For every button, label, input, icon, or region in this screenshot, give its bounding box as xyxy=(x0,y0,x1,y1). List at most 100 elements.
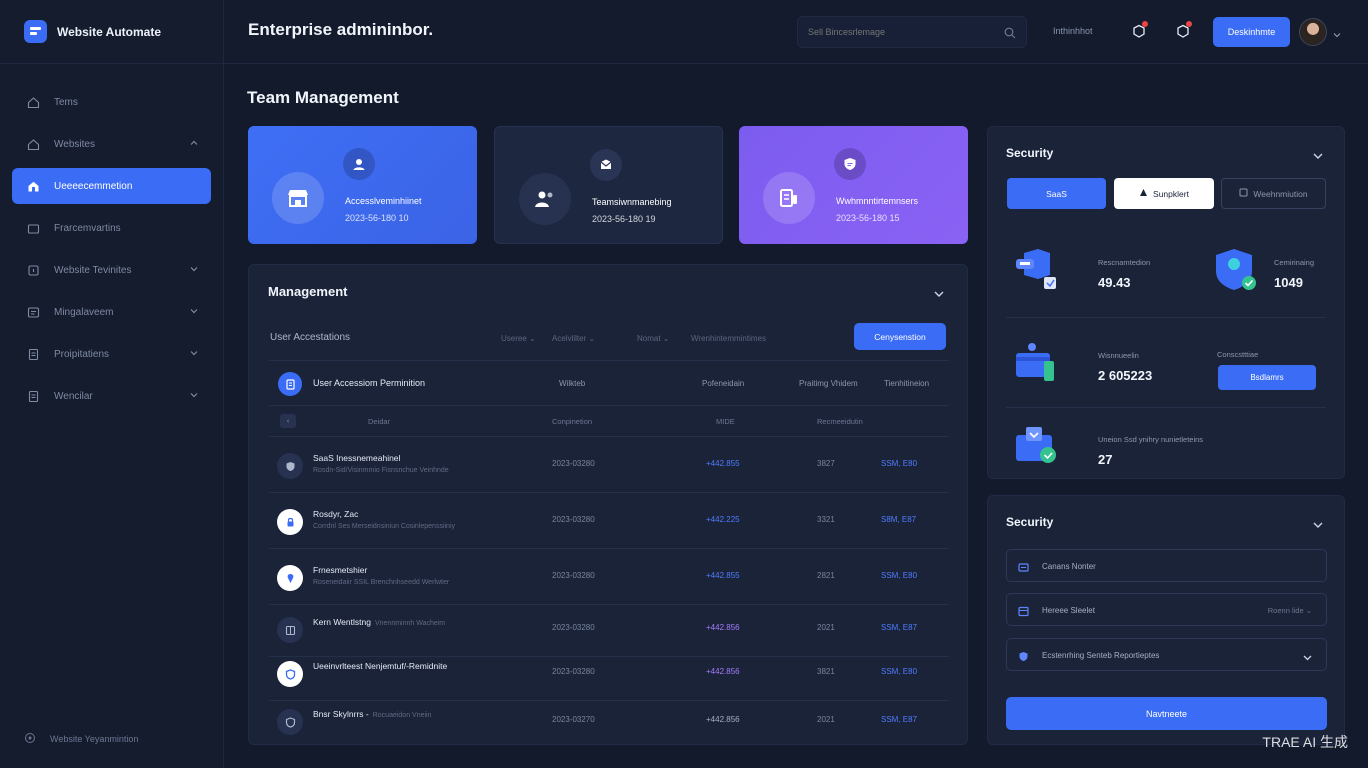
card-label: Teamsiwnmanebing xyxy=(592,197,672,207)
row-link[interactable]: SSM, E80 xyxy=(881,571,917,580)
table-row[interactable]: Ueeinvrlteest Nenjemtuf/-Remidnite 2023-… xyxy=(269,647,949,701)
sidebar-item-label: Tems xyxy=(54,96,78,108)
sidebar-item-label: Mingalaveem xyxy=(54,306,114,318)
summary-card-2[interactable]: Teamsiwnmanebing 2023-56-180 19 xyxy=(494,126,723,244)
home-icon xyxy=(26,179,40,193)
table-row[interactable]: Bnsr Skylnrrs - Rocuaeidon Vneiin 2023-03… xyxy=(269,695,949,749)
column-header[interactable]: Conpinetion xyxy=(552,417,592,426)
avatar[interactable] xyxy=(1299,18,1327,46)
chevron-down-icon[interactable] xyxy=(189,390,199,403)
security-submit-button[interactable]: Navtneete xyxy=(1006,697,1327,730)
table-title-col: Wilkteb xyxy=(559,379,586,388)
row-link[interactable]: SSM, E87 xyxy=(881,623,917,632)
table-title: User Accessiom Perminition xyxy=(313,378,426,388)
card-date: 2023-56-180 19 xyxy=(592,214,656,224)
security-action-button[interactable]: Bsdlamrs xyxy=(1218,365,1316,390)
sidebar-footer-label: Website Yeyanmintion xyxy=(50,734,139,744)
chevron-down-icon[interactable] xyxy=(189,348,199,361)
filter-user[interactable]: Useree ⌄ xyxy=(501,334,536,343)
search-input[interactable] xyxy=(798,17,988,47)
sidebar-item-active[interactable]: Ueeeecemmetion xyxy=(12,168,211,204)
box-icon xyxy=(26,263,40,277)
search-icon[interactable] xyxy=(1004,26,1016,44)
header-button[interactable]: Deskinhmte xyxy=(1213,17,1290,47)
field-value[interactable]: Roenn lide ⌄ xyxy=(1268,606,1312,615)
chevron-down-icon[interactable] xyxy=(1332,27,1342,45)
metric-label: Cemirinaing xyxy=(1274,258,1315,267)
metric-label: Uneion Ssd ynihry nunietleteins xyxy=(1098,435,1204,444)
row-date: 2023-03280 xyxy=(552,515,595,524)
table-row[interactable]: Frnesmetshier Roseneidaiir SSIL Brenchnh… xyxy=(269,551,949,605)
chevron-up-icon[interactable] xyxy=(189,138,199,151)
user-icon xyxy=(343,148,375,180)
table-row[interactable]: Rosdyr, Zac Corrdnl Ses Merseidnsiniun C… xyxy=(269,495,949,549)
sidebar-item-tems[interactable]: Tems xyxy=(12,84,211,120)
summary-card-1[interactable]: Accesslveminhiinet 2023-56-180 10 xyxy=(248,126,477,244)
sidebar-item-website-tevinites[interactable]: Website Tevinites xyxy=(12,252,211,288)
column-header[interactable]: Deidar xyxy=(368,417,390,426)
sidebar-item-wencilar[interactable]: Wencilar xyxy=(12,378,211,414)
sidebar-footer[interactable]: Website Yeyanmintion xyxy=(24,732,138,746)
header-link[interactable]: Inthinhhot xyxy=(1053,26,1093,36)
security-title: Security xyxy=(1006,146,1054,160)
metric-value: 2 605223 xyxy=(1098,368,1153,383)
column-header[interactable]: MIDE xyxy=(716,417,735,426)
shield-icon xyxy=(277,709,303,735)
tab-label: SaaS xyxy=(1046,188,1067,199)
row-desc: Rocuaeidon Vneiin xyxy=(372,712,432,719)
chevron-down-icon[interactable] xyxy=(1312,149,1324,167)
row-amount: +442.855 xyxy=(706,459,740,468)
management-action-button[interactable]: Cenysenstion xyxy=(854,323,946,350)
filter-name[interactable]: Nomat ⌄ xyxy=(637,334,670,343)
alert-icon[interactable] xyxy=(1174,21,1192,40)
security-field[interactable]: Canans Nonter xyxy=(1006,549,1327,582)
header-title: Enterprise admininbor. xyxy=(248,20,434,39)
tab-support[interactable]: Sunpklert xyxy=(1114,178,1214,209)
row-desc: Corrdnl Ses Merseidnsiniun Cosinlepenssi… xyxy=(313,523,456,530)
security-dropdown[interactable]: Ecstenrhing Senteb Reportieptes xyxy=(1006,638,1327,671)
sidebar-item-frarcemvartins[interactable]: Frarcemvartins xyxy=(12,210,211,246)
chevron-down-icon[interactable] xyxy=(189,264,199,277)
security-select[interactable]: Hereee Sleelet Roenn lide ⌄ xyxy=(1006,593,1327,626)
filter-active[interactable]: Acelvlilter ⌄ xyxy=(552,334,595,343)
list-icon xyxy=(26,305,40,319)
column-header[interactable]: Recmeeidutin xyxy=(817,417,863,426)
tab-extra[interactable]: Weehnmiution xyxy=(1221,178,1326,209)
home-icon xyxy=(26,95,40,109)
sidebar-item-websites[interactable]: Websites xyxy=(12,126,211,162)
search-box[interactable] xyxy=(797,16,1027,48)
chevron-down-icon[interactable] xyxy=(1302,650,1313,668)
row-link[interactable]: SSM, E80 xyxy=(881,459,917,468)
table-row[interactable]: SaaS Inessnemeahinel Rosdn-Sid/Visinmmio… xyxy=(269,439,949,493)
security-panel: Security SaaS Sunpklert Weehnmiution Res… xyxy=(987,126,1345,479)
sidebar-item-label: Frarcemvartins xyxy=(54,222,121,234)
card-icon xyxy=(1018,560,1029,578)
row-desc: Roseneidaiir SSIL Brenchnhseedd Werlwter xyxy=(313,579,450,586)
collapse-toggle[interactable]: ‹ xyxy=(280,414,296,428)
summary-card-3[interactable]: Wwhmnntirtemnsers 2023-56-180 15 xyxy=(739,126,968,244)
tab-saas[interactable]: SaaS xyxy=(1007,178,1106,209)
chevron-down-icon[interactable] xyxy=(933,287,945,305)
metric-label: Rescnamtedion xyxy=(1098,258,1151,267)
row-number: 3827 xyxy=(817,459,835,468)
row-date: 2023-03280 xyxy=(552,623,595,632)
metric-value: 27 xyxy=(1098,452,1113,467)
metric-value: 49.43 xyxy=(1098,275,1131,290)
row-link[interactable]: S8M, E87 xyxy=(881,515,916,524)
row-desc: Vnennminnh Wacheim xyxy=(374,620,446,627)
row-link[interactable]: SSM, E80 xyxy=(881,667,917,676)
row-amount: +442.856 xyxy=(706,623,740,632)
notification-icon[interactable] xyxy=(1130,21,1148,40)
brand[interactable]: Website Automate xyxy=(0,0,223,64)
filter-extra[interactable]: Wrenhintemmintimes xyxy=(691,334,766,343)
document-icon xyxy=(26,347,40,361)
sidebar-item-mingalaveem[interactable]: Mingalaveem xyxy=(12,294,211,330)
chevron-down-icon[interactable] xyxy=(1312,518,1324,536)
row-link[interactable]: SSM, E87 xyxy=(881,715,917,724)
row-name: Rosdyr, Zac xyxy=(313,509,359,519)
sidebar-item-proipitatiens[interactable]: Proipitatiens xyxy=(12,336,211,372)
chevron-down-icon[interactable] xyxy=(189,306,199,319)
shield-check-icon xyxy=(1216,249,1256,290)
sidebar-item-label: Wencilar xyxy=(54,390,93,402)
sidebar-item-label: Ueeeecemmetion xyxy=(54,180,133,192)
